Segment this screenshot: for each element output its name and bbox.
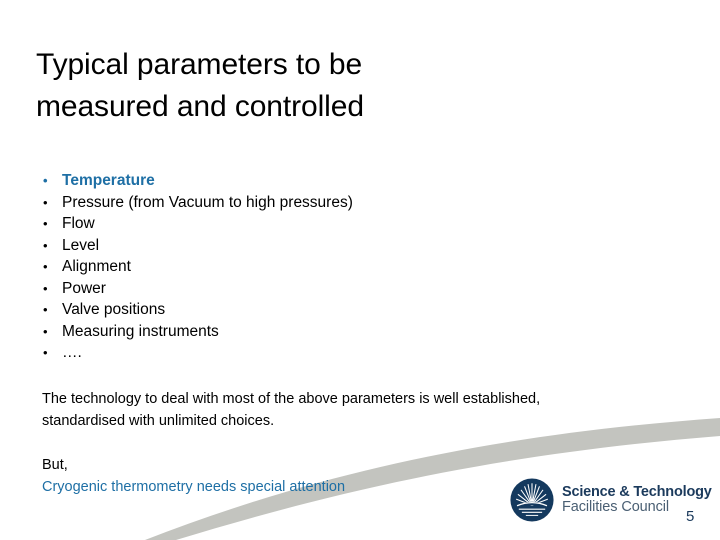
- list-item: • Pressure (from Vacuum to high pressure…: [36, 192, 656, 214]
- list-item-label: Alignment: [62, 258, 131, 275]
- sunrise-starburst-icon: [510, 478, 554, 522]
- bullet-marker-icon: •: [43, 237, 48, 253]
- technology-paragraph: The technology to deal with most of the …: [42, 388, 682, 432]
- list-item-label: Measuring instruments: [62, 322, 219, 340]
- list-item: • Flow: [36, 213, 656, 235]
- bullet-marker-icon: •: [43, 216, 48, 231]
- list-item: • Valve positions: [36, 299, 656, 321]
- page-title-line-1: Typical parameters to be: [36, 48, 363, 81]
- list-item-label: Temperature: [62, 172, 155, 189]
- slide-canvas: Typical parameters to be measured and co…: [0, 0, 720, 540]
- bullet-marker-icon: •: [43, 302, 48, 317]
- parameter-bullet-list: • Temperature • Pressure (from Vacuum to…: [36, 170, 656, 364]
- stfc-logo: Science & Technology Facilities Council: [510, 478, 712, 522]
- list-item-label: Power: [62, 279, 106, 297]
- bullet-marker-icon: •: [43, 280, 48, 296]
- stfc-logo-line-1: Science & Technology: [562, 483, 712, 500]
- page-number: 5: [686, 508, 695, 525]
- list-item-label: ….: [62, 344, 82, 361]
- list-item: • Level: [36, 235, 656, 257]
- list-item: • Alignment: [36, 256, 656, 278]
- bullet-marker-icon: •: [43, 259, 48, 274]
- technology-paragraph-line-2: standardised with unlimited choices.: [42, 413, 275, 429]
- list-item-label: Flow: [62, 215, 95, 232]
- list-item-label: Pressure (from Vacuum to high pressures): [62, 193, 353, 211]
- list-item: • Measuring instruments: [36, 321, 656, 343]
- list-item: • Power: [36, 278, 656, 300]
- bullet-marker-icon: •: [43, 173, 48, 188]
- bullet-marker-icon: •: [43, 194, 48, 210]
- list-item-label: Level: [62, 236, 100, 254]
- page-title: Typical parameters to be measured and co…: [36, 44, 506, 128]
- technology-paragraph-line-1: The technology to deal with most of the …: [42, 391, 541, 407]
- page-title-line-2: measured and controlled: [36, 90, 364, 123]
- list-item: • Temperature: [36, 170, 656, 192]
- conclusion-intro-line: But,: [42, 457, 68, 473]
- list-item: • ….: [36, 342, 656, 364]
- bullet-marker-icon: •: [43, 323, 48, 339]
- bullet-marker-icon: •: [43, 345, 48, 360]
- list-item-label: Valve positions: [62, 301, 166, 318]
